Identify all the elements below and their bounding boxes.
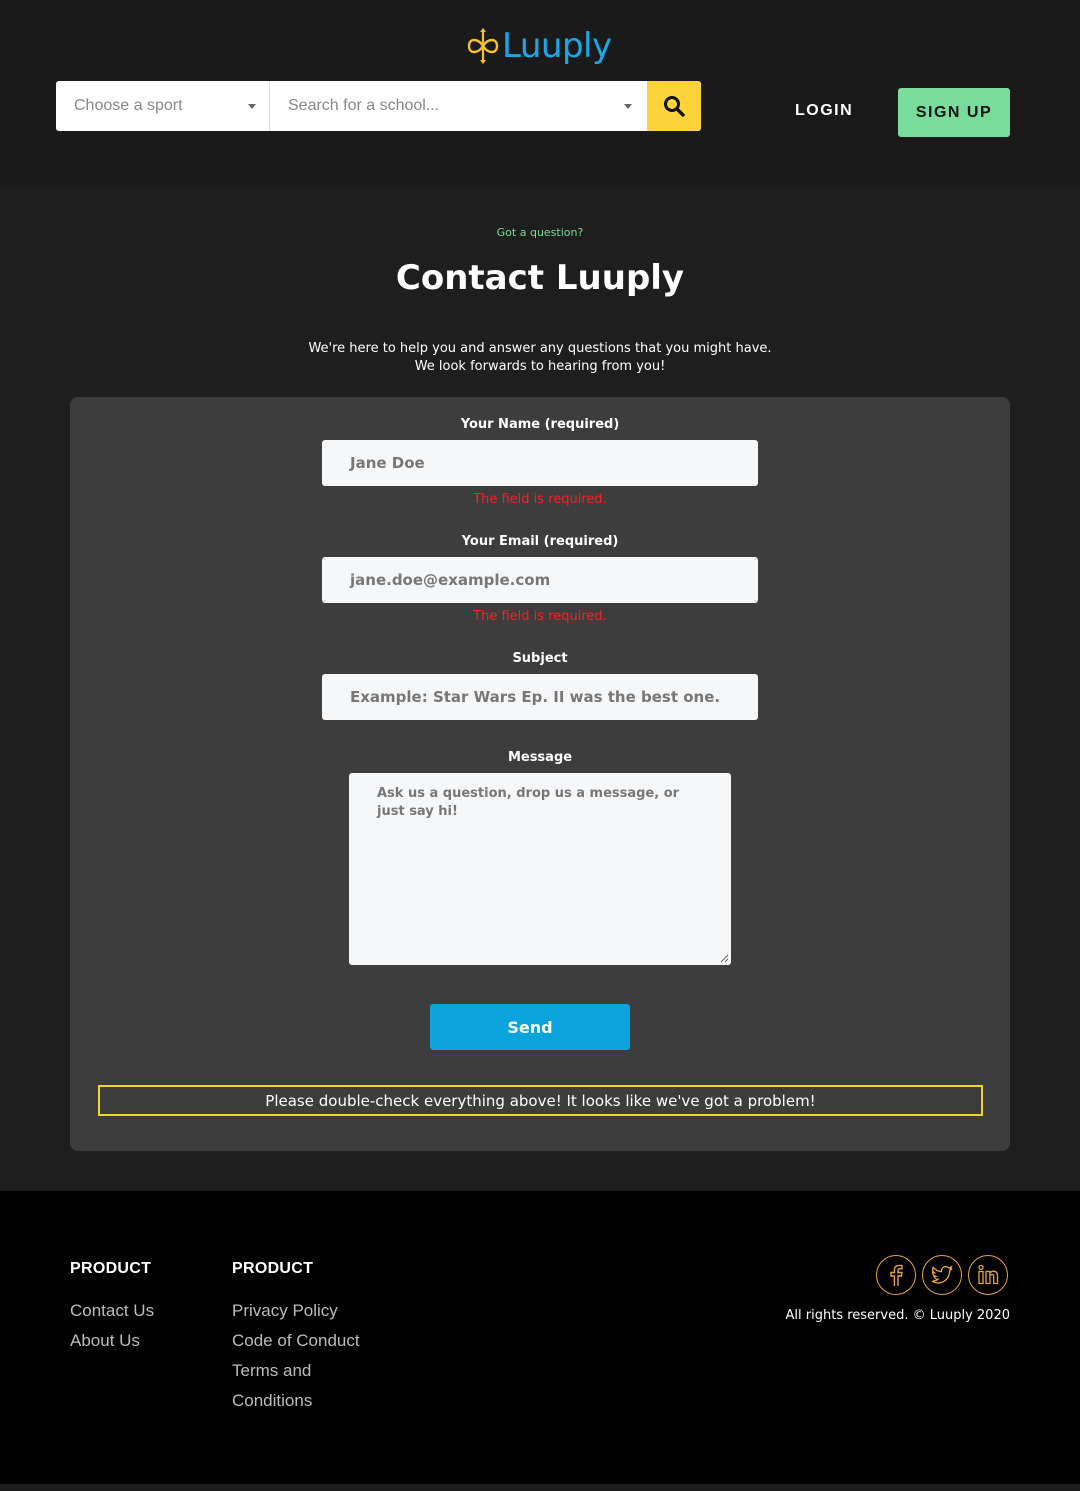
linkedin-icon[interactable] bbox=[968, 1255, 1008, 1295]
email-error: The field is required. bbox=[473, 609, 607, 624]
luuply-logo[interactable]: Luuply bbox=[466, 26, 612, 66]
social-links bbox=[876, 1255, 1008, 1295]
facebook-icon[interactable] bbox=[876, 1255, 916, 1295]
intro-line: We're here to help you and answer any qu… bbox=[308, 341, 772, 356]
footer-bottom-bar bbox=[0, 1484, 1080, 1491]
email-placeholder: jane.doe@example.com bbox=[350, 571, 551, 589]
signup-button[interactable]: SIGN UP bbox=[898, 88, 1010, 137]
message-field[interactable]: Ask us a question, drop us a message, or… bbox=[349, 773, 731, 965]
footer-heading: PRODUCT bbox=[232, 1260, 314, 1277]
name-label: Your Name (required) bbox=[460, 417, 620, 432]
search-button[interactable] bbox=[647, 81, 701, 131]
site-header: Luuply Choose a sport Search for a schoo… bbox=[0, 0, 1080, 185]
subject-field[interactable]: Example: Star Wars Ep. II was the best o… bbox=[322, 674, 758, 720]
sport-select-placeholder: Choose a sport bbox=[74, 97, 183, 114]
footer-column: PRODUCT Privacy Policy Code of Conduct T… bbox=[232, 1260, 360, 1416]
site-footer: PRODUCT Contact Us About Us PRODUCT Priv… bbox=[0, 1191, 1080, 1484]
email-field[interactable]: jane.doe@example.com bbox=[322, 557, 758, 603]
search-bar: Choose a sport Search for a school... bbox=[56, 81, 701, 131]
footer-link-terms[interactable]: Terms and bbox=[232, 1356, 360, 1386]
logo-infinity-icon bbox=[467, 28, 499, 64]
subject-label: Subject bbox=[512, 651, 568, 666]
name-field[interactable]: Jane Doe bbox=[322, 440, 758, 486]
sport-select[interactable]: Choose a sport bbox=[56, 81, 270, 131]
contact-section: Got a question? Contact Luuply We're her… bbox=[0, 185, 1080, 1191]
footer-link-about-us[interactable]: About Us bbox=[70, 1326, 154, 1356]
subject-placeholder: Example: Star Wars Ep. II was the best o… bbox=[350, 688, 721, 706]
chevron-down-icon bbox=[248, 104, 256, 109]
footer-link-privacy-policy[interactable]: Privacy Policy bbox=[232, 1296, 360, 1326]
search-icon bbox=[664, 96, 685, 117]
intro-text: We're here to help you and answer any qu… bbox=[0, 340, 1080, 376]
login-link[interactable]: LOGIN bbox=[795, 102, 853, 120]
footer-link-code-of-conduct[interactable]: Code of Conduct bbox=[232, 1326, 360, 1356]
resize-handle-icon[interactable] bbox=[720, 954, 729, 963]
footer-link-contact-us[interactable]: Contact Us bbox=[70, 1296, 154, 1326]
intro-line: We look forwards to hearing from you! bbox=[414, 359, 666, 374]
footer-link-conditions[interactable]: Conditions bbox=[232, 1386, 360, 1416]
name-placeholder: Jane Doe bbox=[350, 454, 425, 472]
name-error: The field is required. bbox=[473, 492, 607, 507]
footer-heading: PRODUCT bbox=[70, 1260, 152, 1277]
twitter-icon[interactable] bbox=[922, 1255, 962, 1295]
logo-text: Luuply bbox=[502, 26, 612, 66]
kicker-text: Got a question? bbox=[496, 226, 584, 239]
email-label: Your Email (required) bbox=[461, 534, 619, 549]
footer-column: PRODUCT Contact Us About Us bbox=[70, 1260, 154, 1356]
page-title: Contact Luuply bbox=[395, 258, 685, 298]
school-search-placeholder: Search for a school... bbox=[288, 97, 440, 114]
contact-form: Your Name (required) Jane Doe The field … bbox=[70, 397, 1010, 1151]
chevron-down-icon bbox=[624, 104, 632, 109]
send-button[interactable]: Send bbox=[430, 1004, 630, 1050]
validation-alert: Please double-check everything above! It… bbox=[98, 1085, 983, 1116]
copyright-text: All rights reserved. © Luuply 2020 bbox=[785, 1308, 1010, 1323]
message-label: Message bbox=[507, 750, 573, 765]
school-search-input[interactable]: Search for a school... bbox=[270, 81, 647, 131]
message-placeholder: Ask us a question, drop us a message, or… bbox=[377, 786, 680, 819]
